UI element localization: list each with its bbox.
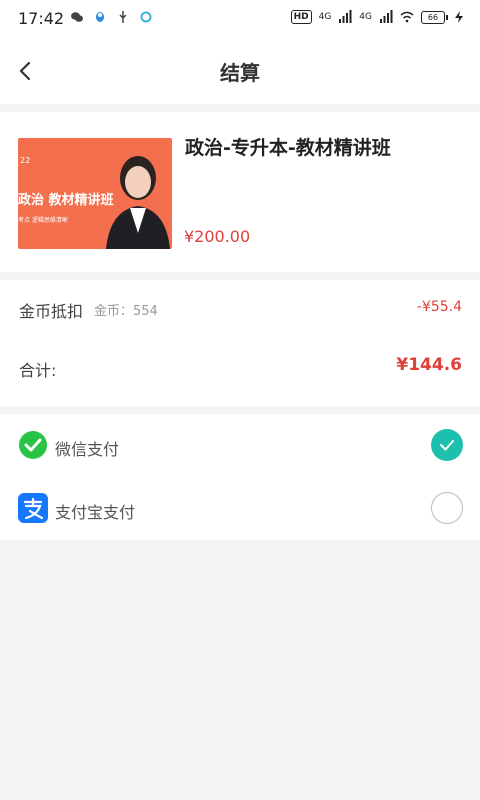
wechat-icon <box>71 12 83 22</box>
price-summary: 金币抵扣 金币：554 -¥55.4 合计: ¥144.6 <box>0 280 480 406</box>
wechat-pay-icon <box>19 431 47 459</box>
course-cover-image: 22 政治 教材精讲班 考点 逻辑思维清晰 <box>18 138 172 249</box>
cover-number: 22 <box>20 156 31 165</box>
signal-1-label: 4G <box>318 12 332 22</box>
radio-selected[interactable] <box>431 429 463 461</box>
signal-icon <box>380 10 393 23</box>
charging-icon <box>455 11 463 23</box>
coin-balance: 金币：554 <box>94 304 158 319</box>
total-label: 合计: <box>19 361 57 380</box>
coin-deduction-value: -¥55.4 <box>416 299 462 315</box>
page-title: 结算 <box>220 61 260 85</box>
qq-icon <box>96 12 104 22</box>
signal-icon <box>339 10 352 23</box>
payment-option-alipay[interactable]: 支付宝支付 <box>0 477 480 540</box>
status-left-icons <box>70 10 153 24</box>
usb-icon <box>119 11 127 23</box>
hd-icon: HD <box>290 10 312 24</box>
signal-2-label: 4G <box>359 12 372 22</box>
payment-label: 微信支付 <box>55 440 120 459</box>
status-right-icons: HD 4G 4G 66 <box>290 10 466 24</box>
battery-icon: 66 <box>421 10 448 24</box>
product-price: ¥200.00 <box>184 227 251 246</box>
sync-icon <box>140 11 152 23</box>
status-time: 17:42 <box>18 9 65 28</box>
alipay-icon <box>18 493 48 523</box>
payment-label: 支付宝支付 <box>55 503 136 522</box>
radio-unselected[interactable] <box>431 492 463 524</box>
wifi-icon <box>400 11 414 23</box>
total-value: ¥144.6 <box>396 355 462 375</box>
status-bar: 17:42 HD 4G 4G 66 <box>0 0 480 36</box>
coin-deduction-label: 金币抵扣 <box>19 302 84 321</box>
product-title: 政治-专升本-教材精讲班 <box>185 137 391 159</box>
cover-subtitle: 考点 逻辑思维清晰 <box>18 217 68 224</box>
payment-option-wechat[interactable]: 微信支付 <box>0 414 480 477</box>
teacher-photo <box>106 156 170 249</box>
checkmark-icon <box>440 440 454 451</box>
payment-methods: 微信支付 支付宝支付 <box>0 414 480 540</box>
nav-bar: 结算 <box>0 36 480 104</box>
